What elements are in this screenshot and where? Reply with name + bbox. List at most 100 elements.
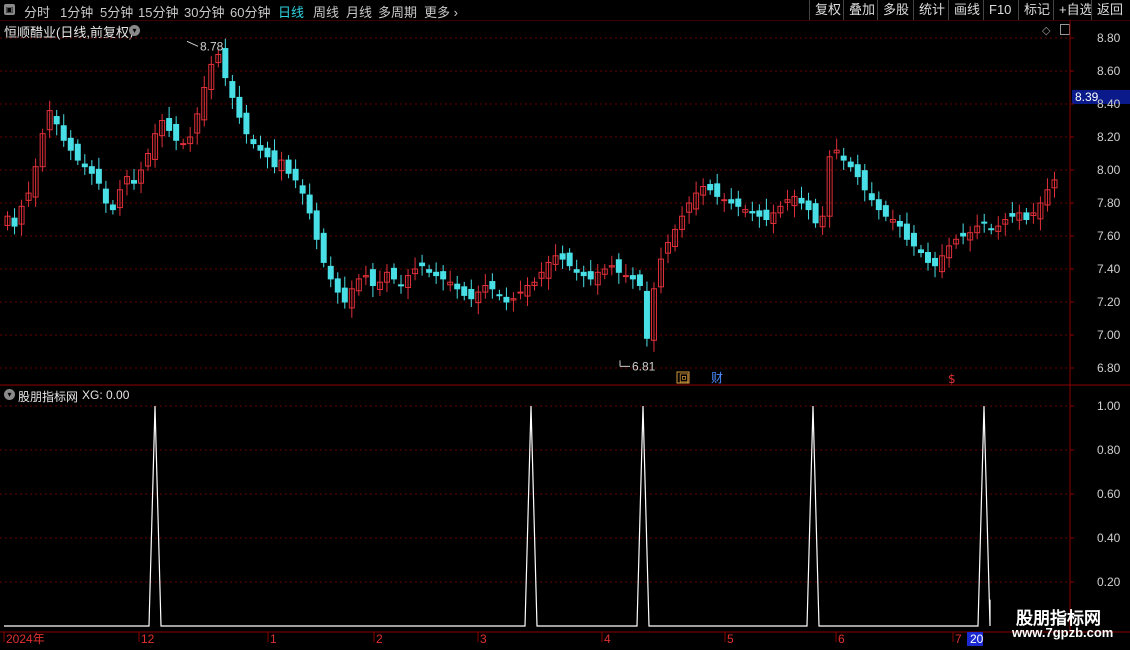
candle-down xyxy=(320,232,327,263)
candle-down xyxy=(398,284,405,287)
candle-down xyxy=(313,210,320,240)
candle-down xyxy=(95,168,102,184)
candle-down xyxy=(285,159,292,174)
candle-down xyxy=(847,161,854,168)
candle-down xyxy=(243,112,250,135)
x-tick-label: 3 xyxy=(480,632,487,646)
candle-down xyxy=(440,271,447,280)
candle-down xyxy=(341,287,348,303)
candle-down xyxy=(306,194,313,214)
candle-up xyxy=(622,275,629,278)
high-pointer xyxy=(186,40,199,47)
x-tick-label: 20 xyxy=(970,632,984,646)
candle-down xyxy=(67,137,74,151)
candle-down xyxy=(88,166,95,174)
y-tick-label: 7.60 xyxy=(1097,229,1121,243)
candle-down xyxy=(419,262,426,267)
candle-down xyxy=(643,290,650,339)
y-tick-label: 6.80 xyxy=(1097,361,1121,375)
xg-signal-line xyxy=(4,405,991,627)
candle-down xyxy=(707,184,714,191)
high-label: 8.78 xyxy=(200,39,224,53)
candle-down xyxy=(932,257,939,267)
candle-down xyxy=(636,274,643,287)
candle-down xyxy=(236,96,243,118)
candle-down xyxy=(166,118,173,131)
candle-down xyxy=(334,278,341,293)
candle-down xyxy=(271,150,278,168)
candle-down xyxy=(426,269,433,273)
y-tick-label: 7.00 xyxy=(1097,328,1121,342)
indicator-y-tick-label: 1.00 xyxy=(1097,399,1121,413)
low-label: 6.81 xyxy=(632,359,656,373)
candle-up xyxy=(517,291,524,294)
y-tick-label: 8.20 xyxy=(1097,130,1121,144)
candle-down xyxy=(882,205,889,217)
candle-down xyxy=(229,81,236,98)
candle-down xyxy=(11,217,18,227)
y-tick-label: 7.40 xyxy=(1097,262,1121,276)
x-tick-label: 7 xyxy=(955,632,962,646)
candle-down xyxy=(173,123,180,141)
y-tick-label: 8.40 xyxy=(1097,97,1121,111)
candle-down xyxy=(1023,212,1030,220)
x-tick-label: 6 xyxy=(838,632,845,646)
candle-down xyxy=(580,271,587,277)
candle-down xyxy=(812,203,819,224)
y-tick-label: 7.80 xyxy=(1097,196,1121,210)
candle-down xyxy=(925,252,932,263)
candle-down xyxy=(981,221,988,224)
candle-down xyxy=(130,180,137,184)
candle-down xyxy=(615,259,622,273)
candle-down xyxy=(910,232,917,247)
candle-down xyxy=(861,170,868,191)
candle-down xyxy=(60,125,67,141)
candle-down xyxy=(292,168,299,181)
x-tick-label: 4 xyxy=(604,632,611,646)
candle-down xyxy=(299,185,306,194)
candle-down xyxy=(629,275,636,280)
candle-down xyxy=(805,200,812,211)
y-tick-label: 8.80 xyxy=(1097,31,1121,45)
candle-down xyxy=(74,143,81,161)
candle-down xyxy=(257,145,264,151)
candle-down xyxy=(735,198,742,207)
cai-marker: 财 xyxy=(711,371,723,385)
candle-down xyxy=(468,288,475,300)
candle-down xyxy=(917,249,924,254)
y-tick-label: 8.60 xyxy=(1097,64,1121,78)
y-tick-label: 7.20 xyxy=(1097,295,1121,309)
candle-down xyxy=(461,286,468,296)
candle-down xyxy=(503,296,510,303)
candle-up xyxy=(180,143,187,146)
candle-down xyxy=(714,183,721,197)
candle-down xyxy=(988,228,995,231)
hui-marker: 回 xyxy=(679,373,689,385)
candle-down xyxy=(896,220,903,227)
candle-down xyxy=(109,204,116,211)
candle-down xyxy=(840,155,847,161)
indicator-y-tick-label: 0.20 xyxy=(1097,575,1121,589)
watermark-url: www.7gpzb.com xyxy=(1012,625,1114,640)
candle-down xyxy=(756,210,763,217)
indicator-y-tick-label: 0.40 xyxy=(1097,531,1121,545)
candle-down xyxy=(960,232,967,237)
candle-down xyxy=(763,209,770,220)
candle-down xyxy=(875,199,882,211)
candle-down xyxy=(798,197,805,204)
candle-down xyxy=(81,163,88,168)
x-tick-label: 1 xyxy=(270,632,277,646)
kline-chart[interactable]: 8.80 8.60 8.40 8.20 8.00 7.80 7.60 7.40 7.20 7.00… xyxy=(0,0,1130,650)
candle-down xyxy=(903,223,910,240)
y-tick-label: 8.00 xyxy=(1097,163,1121,177)
candle-down xyxy=(749,211,756,214)
dollar-marker: $ xyxy=(948,372,956,386)
candle-down xyxy=(489,281,496,290)
candle-down xyxy=(222,48,229,79)
candle-down xyxy=(728,199,735,204)
candle-down xyxy=(369,269,376,287)
candle-down xyxy=(454,283,461,290)
candle-down xyxy=(868,193,875,201)
indicator-y-tick-label: 0.80 xyxy=(1097,443,1121,457)
candle-down xyxy=(573,269,580,273)
